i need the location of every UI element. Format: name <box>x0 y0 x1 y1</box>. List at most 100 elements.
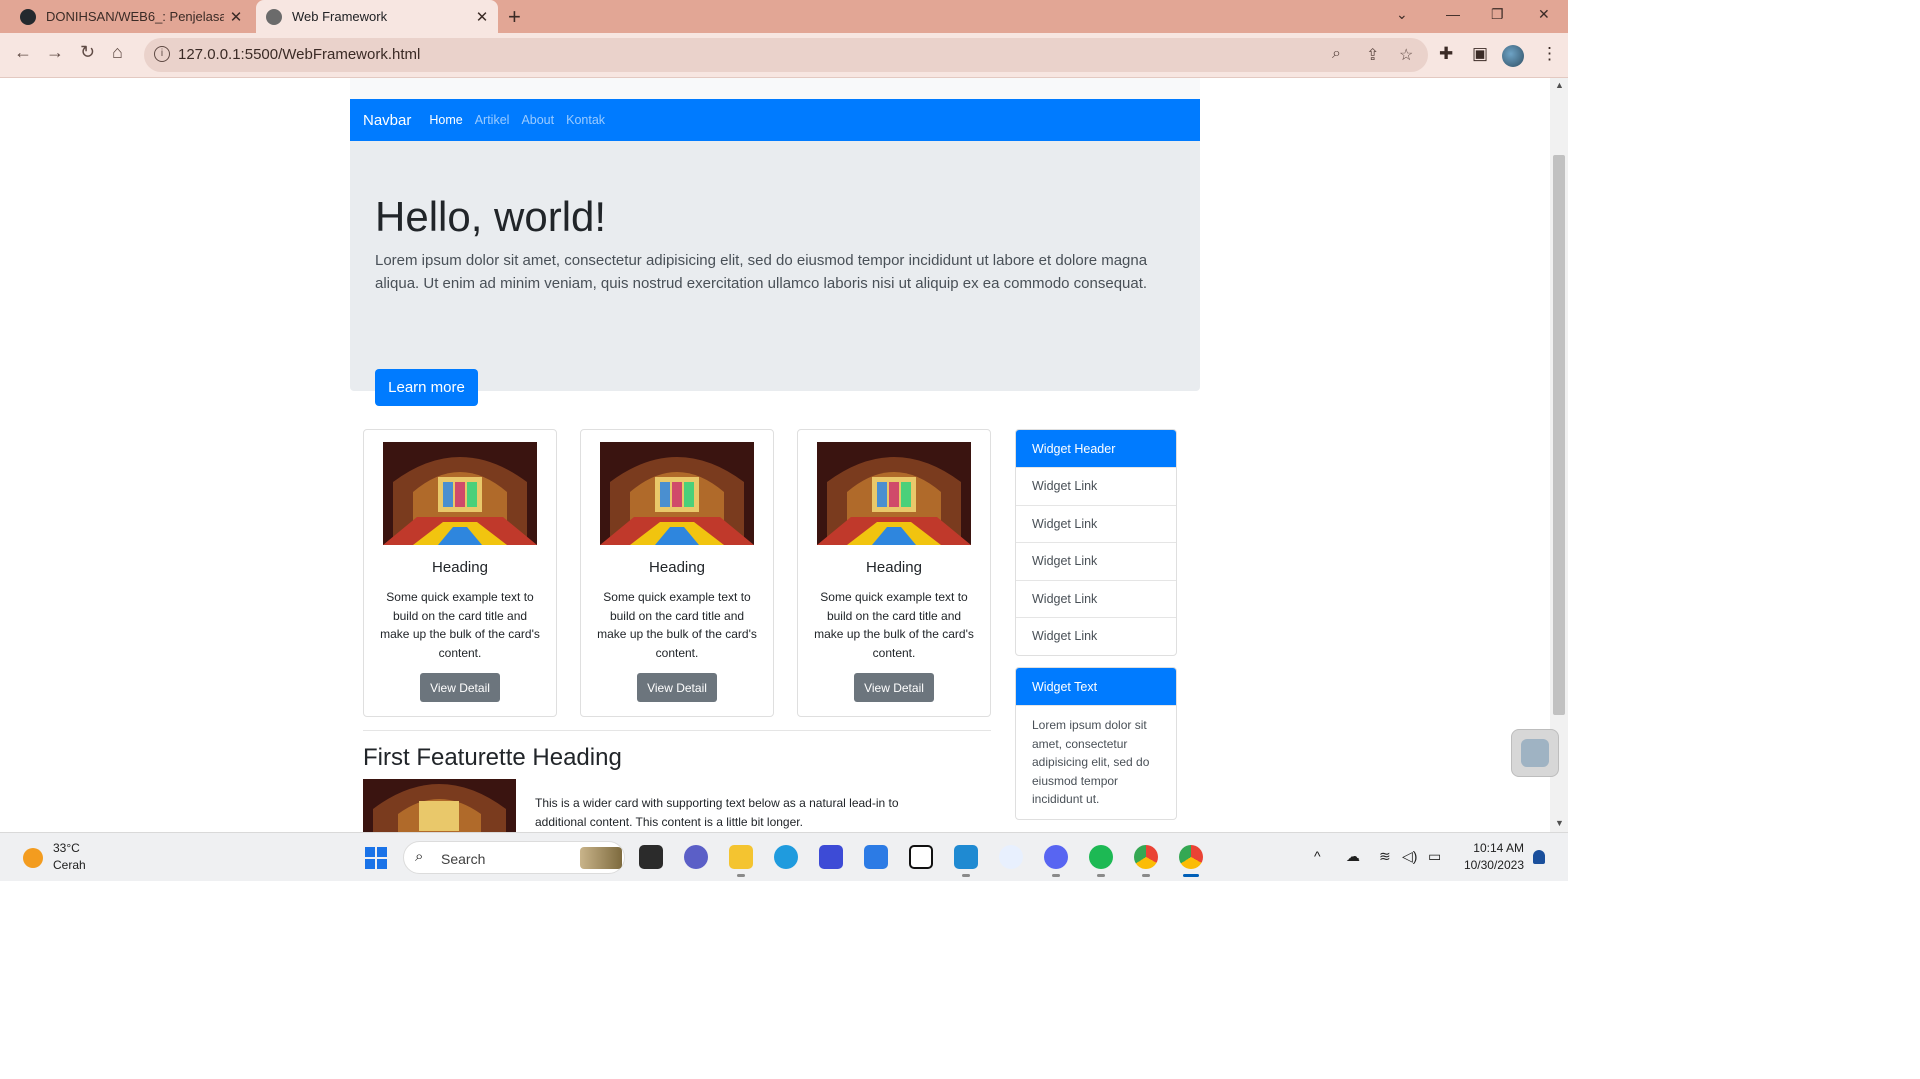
weather-condition[interactable]: Cerah <box>53 858 86 872</box>
close-window-button[interactable]: ✕ <box>1538 6 1550 23</box>
notification-bell-icon[interactable] <box>1533 850 1545 864</box>
translate-icon[interactable] <box>999 845 1023 869</box>
search-icon: ⌕ <box>415 848 424 865</box>
scroll-thumb[interactable] <box>1553 155 1565 715</box>
widget-link[interactable]: Widget Link <box>1016 617 1176 655</box>
widget-header: Widget Header <box>1016 430 1176 467</box>
page-header-cut <box>350 78 1200 99</box>
divider <box>363 730 991 731</box>
taskbar: 33°C Cerah ⌕ Search ^ ☁ ≋ ◁) ▭ 10:14 AM … <box>0 832 1568 881</box>
card-title: Heading <box>649 559 705 576</box>
profile-avatar[interactable] <box>1502 45 1524 67</box>
tab-title: Web Framework <box>292 9 388 24</box>
widget-text-header: Widget Text <box>1016 668 1176 705</box>
weather-sun-icon[interactable] <box>23 848 43 868</box>
view-detail-button[interactable]: View Detail <box>854 673 934 702</box>
discord-icon[interactable] <box>1044 845 1068 877</box>
more-menu-icon[interactable]: ⋮ <box>1541 44 1558 64</box>
widget-links: Widget Header Widget Link Widget Link Wi… <box>1015 429 1177 656</box>
weather-temp[interactable]: 33°C <box>53 841 80 855</box>
navbar: Navbar Home Artikel About Kontak <box>350 99 1200 141</box>
app-icon[interactable] <box>819 845 843 869</box>
widget-link[interactable]: Widget Link <box>1016 579 1176 618</box>
nav-link-home[interactable]: Home <box>429 113 462 127</box>
widget-link[interactable]: Widget Link <box>1016 542 1176 580</box>
card-text: Some quick example text to build on the … <box>814 590 974 660</box>
card: Heading Some quick example text to build… <box>363 429 557 717</box>
tray-chevron-icon[interactable]: ^ <box>1314 848 1321 864</box>
mosque-image <box>600 442 754 545</box>
back-icon[interactable]: ← <box>14 42 32 63</box>
view-detail-button[interactable]: View Detail <box>420 673 500 702</box>
store-icon[interactable] <box>864 845 888 869</box>
widget-text: Widget Text Lorem ipsum dolor sit amet, … <box>1015 667 1177 820</box>
zoom-icon[interactable]: ⌕ <box>1332 45 1341 63</box>
nav-link-kontak[interactable]: Kontak <box>566 113 605 127</box>
widget-text-body: Lorem ipsum dolor sit amet, consectetur … <box>1016 705 1176 819</box>
wifi-icon[interactable]: ≋ <box>1379 848 1391 865</box>
card-title: Heading <box>866 559 922 576</box>
forward-icon[interactable]: → <box>46 42 64 63</box>
start-icon[interactable] <box>365 847 387 869</box>
extensions-icon[interactable]: ✚ <box>1439 44 1453 64</box>
site-info-icon[interactable]: i <box>154 46 170 62</box>
mosque-image <box>383 442 537 545</box>
floating-app-button[interactable] <box>1511 729 1559 777</box>
navbar-brand[interactable]: Navbar <box>363 112 411 129</box>
nav-link-about[interactable]: About <box>521 113 554 127</box>
tab-title: DONIHSAN/WEB6_: Penjelasan T <box>46 9 224 24</box>
card: Heading Some quick example text to build… <box>797 429 991 717</box>
scroll-down-icon[interactable]: ▼ <box>1555 818 1564 828</box>
taskbar-search[interactable]: ⌕ Search <box>403 841 625 874</box>
address-bar[interactable]: i 127.0.0.1:5500/WebFramework.html ⌕ ⇪ ☆ <box>144 38 1428 72</box>
spotify-icon[interactable] <box>1089 845 1113 877</box>
jumbotron: Hello, world! Lorem ipsum dolor sit amet… <box>350 141 1200 406</box>
edge-icon[interactable] <box>774 845 798 869</box>
bookmark-star-icon[interactable]: ☆ <box>1399 45 1413 65</box>
tab-web-framework[interactable]: Web Framework ✕ <box>256 0 498 33</box>
notion-icon[interactable] <box>909 845 933 869</box>
url-text[interactable]: 127.0.0.1:5500/WebFramework.html <box>178 46 420 63</box>
card-text: Some quick example text to build on the … <box>380 590 540 660</box>
learn-more-button[interactable]: Learn more <box>375 369 478 406</box>
chrome-icon[interactable] <box>1134 845 1158 877</box>
widget-link[interactable]: Widget Link <box>1016 504 1176 543</box>
home-icon[interactable]: ⌂ <box>112 42 123 63</box>
jumbotron-title: Hello, world! <box>375 193 607 240</box>
clock-date[interactable]: 10/30/2023 <box>1458 858 1524 872</box>
close-tab-icon[interactable]: ✕ <box>224 8 248 26</box>
onedrive-icon[interactable]: ☁ <box>1346 848 1360 865</box>
widget-link[interactable]: Widget Link <box>1016 467 1176 505</box>
chrome-active-icon[interactable] <box>1179 845 1203 877</box>
close-tab-icon[interactable]: ✕ <box>470 8 494 26</box>
new-tab-button[interactable]: + <box>508 4 521 30</box>
tab-github[interactable]: DONIHSAN/WEB6_: Penjelasan T ✕ <box>10 0 252 33</box>
clock-time[interactable]: 10:14 AM <box>1468 841 1524 855</box>
page-scrollbar[interactable]: ▲ ▼ <box>1550 78 1568 832</box>
github-icon <box>20 8 36 25</box>
nav-link-artikel[interactable]: Artikel <box>475 113 510 127</box>
minimize-button[interactable]: — <box>1446 6 1460 22</box>
page-viewport: Navbar Home Artikel About Kontak Hello, … <box>0 78 1550 832</box>
search-highlight-image <box>580 847 622 869</box>
volume-icon[interactable]: ◁) <box>1402 848 1417 865</box>
teams-icon[interactable] <box>684 845 708 869</box>
mosque-image <box>817 442 971 545</box>
scroll-up-icon[interactable]: ▲ <box>1555 80 1564 90</box>
task-view-icon[interactable] <box>639 845 663 869</box>
card: Heading Some quick example text to build… <box>580 429 774 717</box>
file-explorer-icon[interactable] <box>729 845 753 877</box>
lightning-icon <box>1521 739 1549 767</box>
share-icon[interactable]: ⇪ <box>1366 45 1379 65</box>
tab-search-icon[interactable]: ⌄ <box>1396 6 1408 23</box>
battery-icon[interactable]: ▭ <box>1428 848 1441 865</box>
restore-button[interactable]: ❐ <box>1491 6 1504 23</box>
search-label: Search <box>441 851 486 867</box>
vscode-icon[interactable] <box>954 845 978 877</box>
reload-icon[interactable]: ↻ <box>80 42 95 63</box>
tab-strip: DONIHSAN/WEB6_: Penjelasan T ✕ Web Frame… <box>0 0 1568 33</box>
featurette-image <box>363 779 516 832</box>
view-detail-button[interactable]: View Detail <box>637 673 717 702</box>
card-title: Heading <box>432 559 488 576</box>
side-panel-icon[interactable]: ▣ <box>1472 44 1488 64</box>
